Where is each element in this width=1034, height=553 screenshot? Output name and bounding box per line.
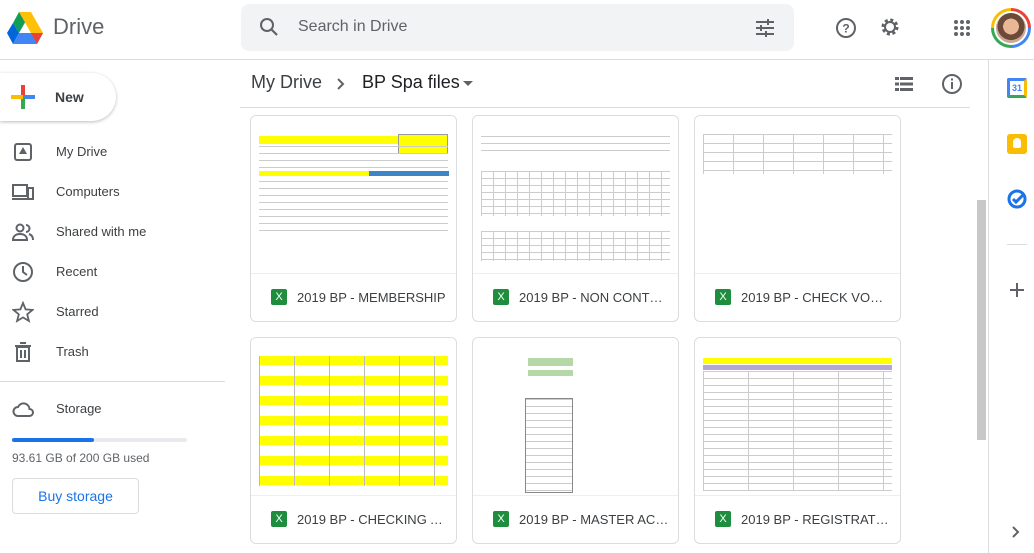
star-icon [12,301,34,323]
file-name: 2019 BP - CHECK VOUCHER [741,290,891,305]
file-thumbnail [251,338,456,496]
new-label: New [55,89,84,105]
toolbar-divider [240,107,970,108]
file-card[interactable]: X 2019 BP - CHECKING ACCOUNT [250,337,457,544]
app-title: Drive [53,14,105,39]
sidebar-item-label: My Drive [56,144,108,159]
sidebar-item-storage[interactable]: Storage [0,391,225,427]
breadcrumb-current-folder[interactable]: BP Spa files [362,72,460,93]
search-options-icon[interactable] [755,18,775,38]
file-name: 2019 BP - NON CONTRACTUAL [519,290,669,305]
calendar-icon[interactable]: 31 [1007,78,1027,98]
file-thumbnail [695,116,900,274]
new-button[interactable]: New [0,73,116,121]
file-name: 2019 BP - REGISTRATION [741,512,891,527]
file-card[interactable]: X 2019 BP - MASTER ACCOUNT [472,337,679,544]
file-card[interactable]: X 2019 BP - CHECK VOUCHER [694,115,901,322]
svg-text:?: ? [842,22,849,36]
side-panel-divider [988,60,989,553]
dropdown-caret-icon[interactable] [463,81,473,87]
search-icon[interactable] [259,17,279,37]
cloud-icon [12,402,34,417]
add-addon-plus-icon[interactable] [1010,283,1024,297]
search-input[interactable]: Search in Drive [241,4,794,51]
file-card[interactable]: X 2019 BP - REGISTRATION [694,337,901,544]
plus-icon [11,85,35,109]
sidebar-item-label: Storage [56,401,102,416]
sidebar-item-computers[interactable]: Computers [0,174,225,210]
side-panel-separator [1007,244,1027,245]
file-name: 2019 BP - MEMBERSHIP [297,290,446,305]
my-drive-icon [14,143,32,161]
excel-icon: X [493,289,509,305]
keep-icon[interactable] [1007,134,1027,154]
sidebar-item-my-drive[interactable]: My Drive [0,134,225,170]
scrollbar-thumb[interactable] [977,200,986,440]
excel-icon: X [715,289,731,305]
file-card[interactable]: X 2019 BP - NON CONTRACTUAL [472,115,679,322]
search-placeholder: Search in Drive [298,18,408,35]
people-icon [12,223,34,241]
excel-icon: X [493,511,509,527]
storage-bar [12,438,187,442]
storage-bar-fill [12,438,94,442]
file-thumbnail [473,338,678,496]
tasks-icon[interactable] [1007,189,1027,209]
sidebar-item-label: Trash [56,344,89,359]
sidebar-divider [0,381,225,382]
drive-logo-icon [7,12,43,44]
apps-grid-icon[interactable] [953,19,971,37]
file-thumbnail [251,116,456,274]
account-avatar[interactable] [991,8,1031,48]
expand-panel-chevron-icon[interactable] [1012,526,1020,538]
sidebar-item-label: Shared with me [56,224,147,239]
file-name: 2019 BP - CHECKING ACCOUNT [297,512,447,527]
sidebar-item-recent[interactable]: Recent [0,254,225,290]
file-thumbnail [473,116,678,274]
storage-used-text: 93.61 GB of 200 GB used [12,451,150,465]
help-icon[interactable]: ? [835,17,857,39]
sidebar-item-starred[interactable]: Starred [0,294,225,330]
settings-gear-icon[interactable] [879,16,901,38]
buy-storage-button[interactable]: Buy storage [12,478,139,514]
list-view-icon[interactable] [895,76,913,92]
sidebar-item-label: Starred [56,304,99,319]
clock-icon [13,262,33,282]
chevron-right-icon [337,78,345,90]
excel-icon: X [271,511,287,527]
info-icon[interactable] [941,73,963,95]
file-name: 2019 BP - MASTER ACCOUNT [519,512,669,527]
sidebar-item-label: Computers [56,184,120,199]
sidebar-item-trash[interactable]: Trash [0,334,225,370]
top-bar: Drive Search in Drive ? [0,0,1034,60]
sidebar-item-label: Recent [56,264,98,279]
breadcrumb-my-drive[interactable]: My Drive [251,72,322,93]
excel-icon: X [715,511,731,527]
file-card[interactable]: X 2019 BP - MEMBERSHIP [250,115,457,322]
computers-icon [12,184,34,200]
sidebar-item-shared-with-me[interactable]: Shared with me [0,214,225,250]
file-thumbnail [695,338,900,496]
excel-icon: X [271,289,287,305]
trash-icon [15,342,31,362]
